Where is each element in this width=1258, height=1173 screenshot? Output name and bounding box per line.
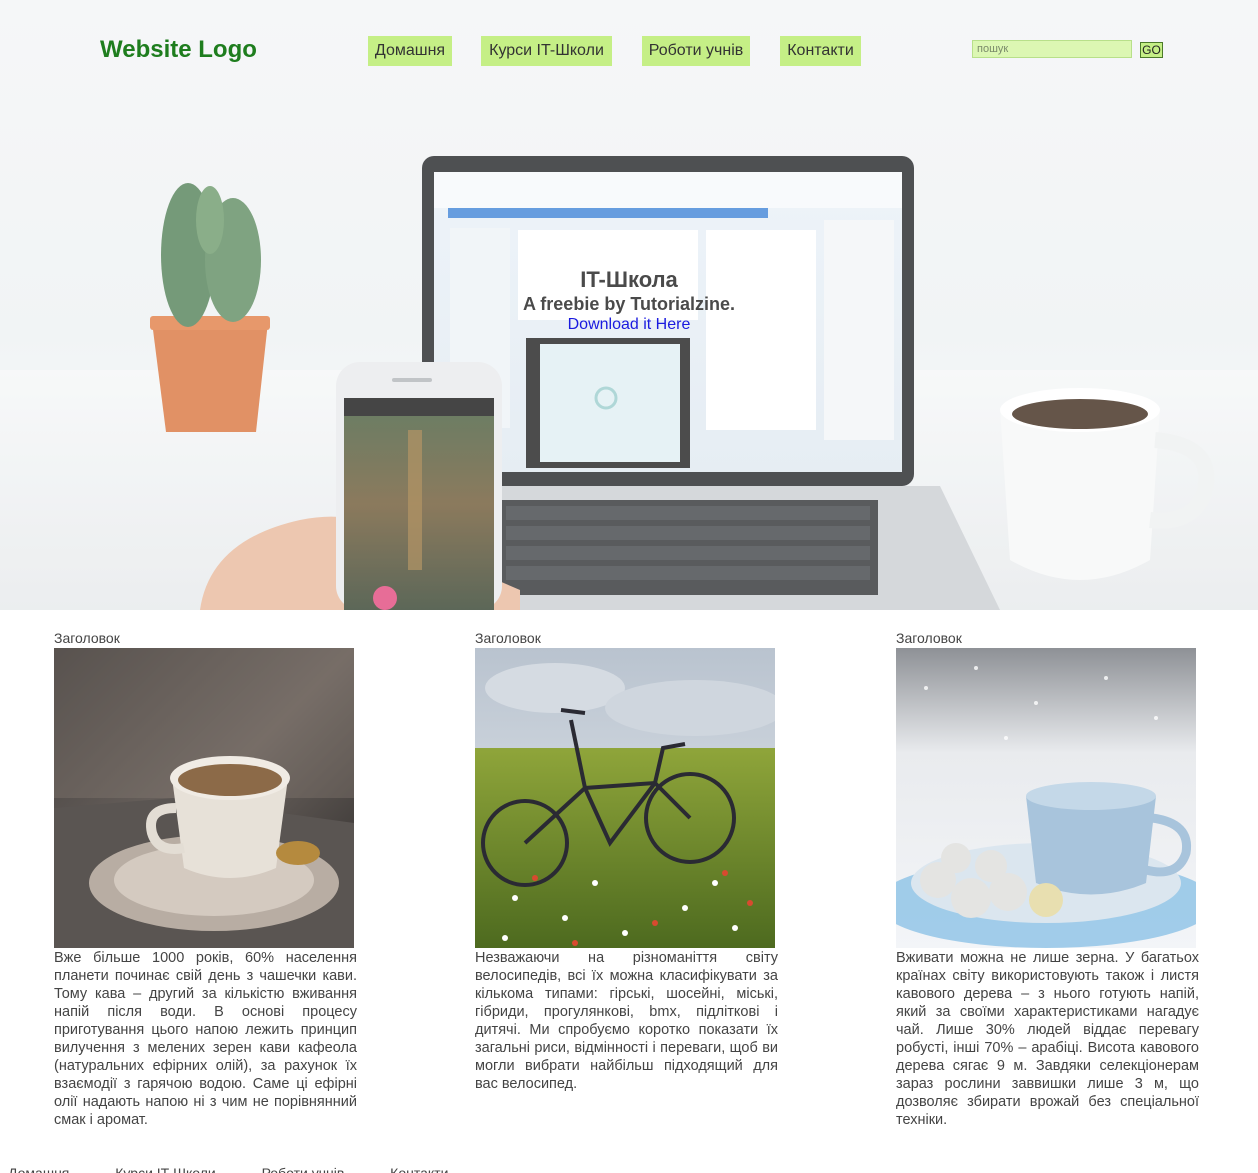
article-column: Заголовок Вже більше 1000 років, 60% нас… bbox=[54, 630, 357, 1129]
nav-item-courses[interactable]: Курси IT-Школи bbox=[481, 36, 612, 66]
winter-cup-photo bbox=[896, 648, 1196, 948]
hero-title: IT-Школа bbox=[580, 267, 678, 292]
column-heading: Заголовок bbox=[896, 630, 962, 646]
column-heading: Заголовок bbox=[475, 630, 541, 646]
hero-banner: Website Logo Домашня Курси IT-Школи Робо… bbox=[0, 0, 1258, 610]
hero-caption: IT-Школа A freebie by Tutorialzine. Down… bbox=[429, 267, 829, 335]
search-input[interactable] bbox=[972, 40, 1132, 58]
footer-nav-item[interactable]: Роботи учнів bbox=[262, 1165, 345, 1173]
column-text: Незважаючи на різноманіття світу велосип… bbox=[475, 950, 778, 1092]
nav-item-contacts[interactable]: Контакти bbox=[780, 36, 861, 66]
download-link[interactable]: Download it Here bbox=[568, 315, 691, 335]
column-text: Вживати можна не лише зерна. У багатьох … bbox=[896, 950, 1199, 1128]
search-go-button[interactable]: GO bbox=[1140, 42, 1163, 58]
site-logo[interactable]: Website Logo bbox=[100, 36, 257, 64]
footer-nav: Домашня Курси IT-Школи Роботи учнів Конт… bbox=[0, 1164, 1258, 1173]
hero-subtitle: A freebie by Tutorialzine. bbox=[522, 294, 736, 314]
column-text: Вже більше 1000 років, 60% населення пла… bbox=[54, 950, 357, 1128]
footer-nav-item[interactable]: Контакти bbox=[390, 1165, 448, 1173]
nav-item-student-works[interactable]: Роботи учнів bbox=[642, 36, 750, 66]
nav-item-home[interactable]: Домашня bbox=[368, 36, 452, 66]
article-column: Заголовок bbox=[475, 630, 778, 1093]
coffee-cup-photo bbox=[54, 648, 354, 948]
article-column: Заголовок bbox=[896, 630, 1199, 1129]
footer-nav-item[interactable]: Домашня bbox=[8, 1165, 69, 1173]
footer-nav-item[interactable]: Курси IT-Школи bbox=[115, 1165, 215, 1173]
bicycle-in-field-photo bbox=[475, 648, 775, 948]
column-heading: Заголовок bbox=[54, 630, 120, 646]
